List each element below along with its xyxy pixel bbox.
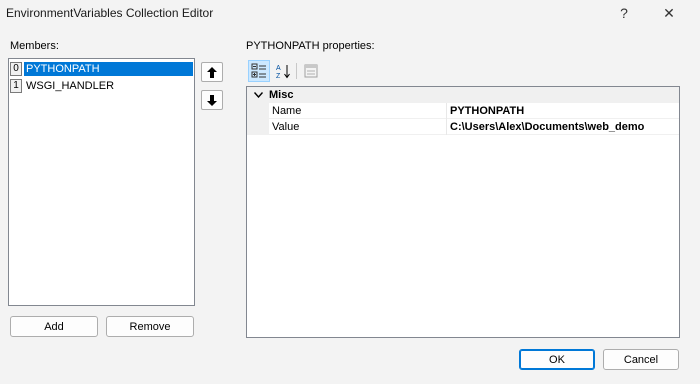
member-label: PYTHONPATH: [24, 61, 193, 76]
window-title: EnvironmentVariables Collection Editor: [6, 6, 214, 20]
members-label: Members:: [10, 40, 59, 52]
property-name: Name: [269, 102, 447, 119]
move-up-button[interactable]: [201, 62, 223, 82]
category-row[interactable]: Misc: [247, 87, 679, 103]
title-bar: EnvironmentVariables Collection Editor ?…: [0, 0, 700, 26]
property-grid-toolbar: A Z: [246, 60, 326, 82]
arrow-down-icon: [207, 94, 217, 106]
help-icon: ?: [620, 5, 628, 21]
row-gutter: [247, 118, 269, 135]
svg-text:A: A: [276, 65, 281, 72]
cancel-button[interactable]: Cancel: [603, 349, 679, 370]
member-index: 1: [10, 78, 22, 93]
list-item[interactable]: 0 PYTHONPATH: [10, 61, 193, 76]
property-value[interactable]: PYTHONPATH: [447, 103, 679, 119]
close-icon: ✕: [663, 4, 675, 21]
members-list[interactable]: 0 PYTHONPATH 1 WSGI_HANDLER: [8, 58, 195, 306]
alphabetical-button[interactable]: A Z: [272, 60, 294, 82]
svg-text:Z: Z: [276, 73, 281, 79]
categorized-button[interactable]: [248, 60, 270, 82]
toolbar-separator: [296, 63, 297, 79]
member-label: WSGI_HANDLER: [26, 79, 115, 92]
property-name: Value: [269, 118, 447, 135]
property-pages-button[interactable]: [300, 60, 322, 82]
move-down-button[interactable]: [201, 90, 223, 110]
property-row[interactable]: Name PYTHONPATH: [247, 102, 679, 119]
sort-alphabetical-icon: A Z: [276, 65, 290, 79]
row-gutter: [247, 102, 269, 119]
ok-button[interactable]: OK: [519, 349, 595, 370]
remove-button[interactable]: Remove: [106, 316, 194, 337]
list-item[interactable]: 1 WSGI_HANDLER: [10, 78, 193, 93]
categorized-icon: [251, 63, 266, 78]
add-button[interactable]: Add: [10, 316, 98, 337]
collapse-toggle[interactable]: [247, 92, 269, 98]
close-button[interactable]: ✕: [647, 0, 691, 26]
chevron-down-icon: [253, 92, 263, 98]
property-row[interactable]: Value C:\Users\Alex\Documents\web_demo: [247, 118, 679, 135]
properties-label: PYTHONPATH properties:: [246, 40, 375, 52]
property-grid[interactable]: Misc Name PYTHONPATH Value C:\Users\Alex…: [246, 86, 680, 338]
property-pages-icon: [304, 64, 318, 78]
property-value[interactable]: C:\Users\Alex\Documents\web_demo: [447, 119, 679, 135]
help-button[interactable]: ?: [602, 0, 646, 26]
member-index: 0: [10, 61, 22, 76]
category-label: Misc: [269, 89, 294, 101]
arrow-up-icon: [207, 66, 217, 78]
